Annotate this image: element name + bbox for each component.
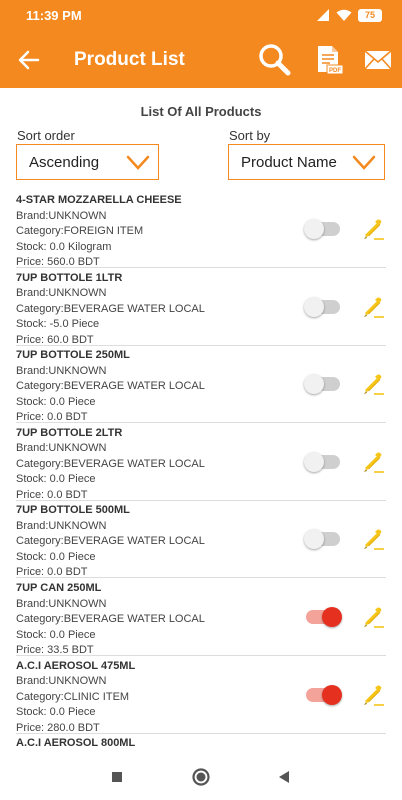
list-title: List Of All Products bbox=[140, 104, 262, 119]
app-bar: Product List PDF bbox=[0, 32, 402, 88]
search-icon[interactable] bbox=[256, 42, 292, 78]
list-item[interactable]: 7UP CAN 250ML Brand:UNKNOWN Category:BEVER… bbox=[0, 578, 402, 656]
product-enable-toggle[interactable] bbox=[304, 529, 340, 550]
product-category: Category:BEVERAGE WATER LOCAL bbox=[16, 457, 205, 470]
product-category: Category:CLINIC ITEM bbox=[16, 690, 130, 703]
sort-order-value: Ascending bbox=[29, 154, 100, 171]
chevron-down-icon bbox=[126, 155, 150, 170]
wifi-icon bbox=[336, 9, 352, 21]
product-category: Category:BEVERAGE WATER LOCAL bbox=[16, 613, 205, 625]
product-name: 7UP BOTTOLE 1LTR bbox=[16, 271, 123, 284]
product-name: A.C.I AEROSOL 800ML bbox=[16, 737, 136, 750]
product-brand: Brand:UNKNOWN bbox=[16, 442, 107, 455]
edit-pencil-icon[interactable] bbox=[360, 449, 386, 475]
system-nav-bar bbox=[0, 754, 402, 800]
toggle-knob bbox=[304, 374, 324, 395]
product-stock: Stock: 0.0 Kilogram bbox=[16, 240, 112, 253]
sort-order-label: Sort order bbox=[17, 128, 75, 143]
battery-level: 75 bbox=[364, 9, 375, 20]
product-stock: Stock: 0.0 Piece bbox=[16, 628, 96, 641]
back-icon[interactable] bbox=[273, 766, 295, 788]
list-item[interactable]: 4-STAR MOZZARELLA CHEESE Brand:UNKNOWN Cat… bbox=[0, 190, 402, 268]
product-brand: Brand:UNKNOWN bbox=[16, 597, 107, 610]
chevron-down-icon bbox=[352, 155, 376, 170]
product-enable-toggle[interactable] bbox=[304, 296, 340, 317]
toggle-knob bbox=[304, 529, 324, 550]
edit-pencil-icon[interactable] bbox=[360, 682, 386, 708]
product-brand: Brand:UNKNOWN bbox=[16, 519, 107, 532]
toggle-knob bbox=[304, 296, 324, 317]
status-icons: 75 bbox=[316, 8, 382, 22]
edit-pencil-icon[interactable] bbox=[360, 604, 386, 630]
sort-order-dropdown[interactable]: Ascending bbox=[16, 144, 159, 180]
list-item[interactable]: A.C.I AEROSOL 475ML Brand:UNKNOWN Category… bbox=[0, 656, 402, 734]
status-time: 11:39 PM bbox=[26, 8, 82, 23]
toggle-knob bbox=[304, 451, 324, 472]
edit-pencil-icon[interactable] bbox=[360, 216, 386, 242]
product-brand: Brand:UNKNOWN bbox=[16, 209, 107, 222]
list-item[interactable]: A.C.I AEROSOL 800ML bbox=[0, 733, 402, 754]
product-stock: Stock: -5.0 Piece bbox=[16, 318, 100, 331]
pdf-icon[interactable]: PDF bbox=[310, 42, 346, 78]
svg-text:PDF: PDF bbox=[329, 68, 341, 74]
product-category: Category:FOREIGN ITEM bbox=[16, 225, 144, 237]
sort-by-label: Sort by bbox=[229, 128, 271, 143]
page-title: Product List bbox=[74, 49, 185, 70]
product-name: 7UP BOTTOLE 2LTR bbox=[16, 426, 123, 439]
list-item[interactable]: 7UP BOTTOLE 500ML Brand:UNKNOWN Category:B… bbox=[0, 500, 402, 579]
product-brand: Brand:UNKNOWN bbox=[16, 364, 107, 377]
status-bar: 11:39 PM 75 bbox=[0, 0, 402, 32]
product-list[interactable]: 4-STAR MOZZARELLA CHEESE Brand:UNKNOWN Cat… bbox=[0, 190, 402, 754]
sort-by-dropdown[interactable]: Product Name bbox=[228, 144, 385, 180]
edit-pencil-icon[interactable] bbox=[360, 526, 386, 552]
list-item[interactable]: 7UP BOTTOLE 250ML Brand:UNKNOWN Category:B… bbox=[0, 345, 402, 424]
recent-apps-icon[interactable] bbox=[106, 766, 128, 788]
product-name: 7UP BOTTOLE 500ML bbox=[16, 504, 130, 517]
home-icon[interactable] bbox=[190, 766, 212, 788]
product-stock: Stock: 0.0 Piece bbox=[16, 706, 96, 719]
product-enable-toggle[interactable] bbox=[304, 374, 340, 395]
toggle-knob bbox=[304, 219, 324, 239]
edit-pencil-icon[interactable] bbox=[360, 294, 386, 320]
product-name: 4-STAR MOZZARELLA CHEESE bbox=[16, 194, 182, 206]
mail-icon[interactable] bbox=[360, 42, 396, 78]
signal-icon bbox=[317, 9, 329, 21]
product-category: Category:BEVERAGE WATER LOCAL bbox=[16, 535, 205, 548]
back-arrow-icon[interactable] bbox=[16, 47, 42, 73]
toggle-knob bbox=[322, 607, 342, 627]
product-enable-toggle[interactable] bbox=[306, 684, 342, 705]
product-category: Category:BEVERAGE WATER LOCAL bbox=[16, 302, 205, 315]
product-name: A.C.I AEROSOL 475ML bbox=[16, 659, 136, 672]
product-stock: Stock: 0.0 Piece bbox=[16, 473, 96, 486]
product-brand: Brand:UNKNOWN bbox=[16, 287, 107, 300]
list-item[interactable]: 7UP BOTTOLE 1LTR Brand:UNKNOWN Category:BE… bbox=[0, 268, 402, 346]
product-name: 7UP BOTTOLE 250ML bbox=[16, 349, 130, 362]
product-enable-toggle[interactable] bbox=[306, 607, 342, 627]
list-item[interactable]: 7UP BOTTOLE 2LTR Brand:UNKNOWN Category:BE… bbox=[0, 423, 402, 501]
product-name: 7UP CAN 250ML bbox=[16, 582, 102, 594]
product-brand: Brand:UNKNOWN bbox=[16, 675, 107, 688]
product-category: Category:BEVERAGE WATER LOCAL bbox=[16, 380, 205, 393]
sort-by-value: Product Name bbox=[241, 154, 337, 171]
product-enable-toggle[interactable] bbox=[304, 219, 340, 239]
edit-pencil-icon[interactable] bbox=[360, 371, 386, 397]
product-stock: Stock: 0.0 Piece bbox=[16, 395, 96, 408]
battery-icon: 75 bbox=[358, 8, 382, 22]
product-enable-toggle[interactable] bbox=[304, 451, 340, 472]
toggle-knob bbox=[322, 684, 342, 705]
product-stock: Stock: 0.0 Piece bbox=[16, 550, 96, 563]
